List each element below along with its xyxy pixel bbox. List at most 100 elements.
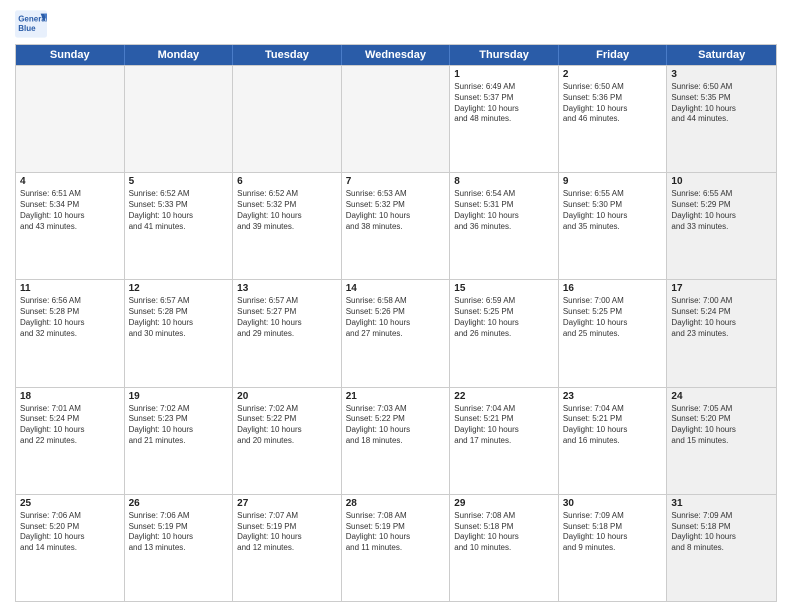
day-info: Sunrise: 6:58 AM Sunset: 5:26 PM Dayligh… — [346, 296, 446, 339]
calendar-row-3: 11 Sunrise: 6:56 AM Sunset: 5:28 PM Dayli… — [16, 279, 776, 386]
calendar-day-3: 3 Sunrise: 6:50 AM Sunset: 5:35 PM Daylig… — [667, 66, 776, 172]
day-info: Sunrise: 6:53 AM Sunset: 5:32 PM Dayligh… — [346, 189, 446, 232]
day-info: Sunrise: 6:50 AM Sunset: 5:35 PM Dayligh… — [671, 82, 772, 125]
weekday-header-saturday: Saturday — [667, 45, 776, 65]
day-info: Sunrise: 7:07 AM Sunset: 5:19 PM Dayligh… — [237, 511, 337, 554]
day-info: Sunrise: 6:52 AM Sunset: 5:32 PM Dayligh… — [237, 189, 337, 232]
day-number: 18 — [20, 391, 120, 402]
calendar-empty-cell — [233, 66, 342, 172]
day-number: 28 — [346, 498, 446, 509]
day-info: Sunrise: 6:55 AM Sunset: 5:29 PM Dayligh… — [671, 189, 772, 232]
calendar-day-9: 9Sunrise: 6:55 AM Sunset: 5:30 PM Daylig… — [559, 173, 668, 279]
calendar-day-30: 30Sunrise: 7:09 AM Sunset: 5:18 PM Dayli… — [559, 495, 668, 601]
calendar-day-13: 13Sunrise: 6:57 AM Sunset: 5:27 PM Dayli… — [233, 280, 342, 386]
weekday-header-wednesday: Wednesday — [342, 45, 451, 65]
calendar-day-10: 10 Sunrise: 6:55 AM Sunset: 5:29 PM Dayli… — [667, 173, 776, 279]
calendar-day-20: 20 Sunrise: 7:02 AM Sunset: 5:22 PM Dayli… — [233, 388, 342, 494]
day-number: 6 — [237, 176, 337, 187]
calendar-day-16: 16 Sunrise: 7:00 AM Sunset: 5:25 PM Dayli… — [559, 280, 668, 386]
day-number: 21 — [346, 391, 446, 402]
day-number: 15 — [454, 283, 554, 294]
day-info: Sunrise: 7:09 AM Sunset: 5:18 PM Dayligh… — [671, 511, 772, 554]
day-info: Sunrise: 6:59 AM Sunset: 5:25 PM Dayligh… — [454, 296, 554, 339]
calendar: SundayMondayTuesdayWednesdayThursdayFrid… — [15, 44, 777, 602]
calendar-day-1: 1Sunrise: 6:49 AM Sunset: 5:37 PM Daylig… — [450, 66, 559, 172]
calendar-day-24: 24Sunrise: 7:05 AM Sunset: 5:20 PM Dayli… — [667, 388, 776, 494]
day-info: Sunrise: 7:00 AM Sunset: 5:24 PM Dayligh… — [671, 296, 772, 339]
day-info: Sunrise: 6:50 AM Sunset: 5:36 PM Dayligh… — [563, 82, 663, 125]
header: General Blue — [15, 10, 777, 38]
day-number: 7 — [346, 176, 446, 187]
day-info: Sunrise: 7:06 AM Sunset: 5:19 PM Dayligh… — [129, 511, 229, 554]
calendar-row-5: 25 Sunrise: 7:06 AM Sunset: 5:20 PM Dayli… — [16, 494, 776, 601]
page: General Blue SundayMondayTuesdayWednesda… — [0, 0, 792, 612]
calendar-day-23: 23Sunrise: 7:04 AM Sunset: 5:21 PM Dayli… — [559, 388, 668, 494]
day-number: 27 — [237, 498, 337, 509]
day-number: 25 — [20, 498, 120, 509]
day-number: 20 — [237, 391, 337, 402]
day-number: 13 — [237, 283, 337, 294]
day-number: 10 — [671, 176, 772, 187]
day-number: 3 — [671, 69, 772, 80]
day-number: 22 — [454, 391, 554, 402]
calendar-day-18: 18 Sunrise: 7:01 AM Sunset: 5:24 PM Dayli… — [16, 388, 125, 494]
calendar-day-8: 8Sunrise: 6:54 AM Sunset: 5:31 PM Daylig… — [450, 173, 559, 279]
calendar-day-21: 21 Sunrise: 7:03 AM Sunset: 5:22 PM Dayli… — [342, 388, 451, 494]
calendar-row-1: 1Sunrise: 6:49 AM Sunset: 5:37 PM Daylig… — [16, 65, 776, 172]
weekday-header-friday: Friday — [559, 45, 668, 65]
day-number: 11 — [20, 283, 120, 294]
day-info: Sunrise: 7:01 AM Sunset: 5:24 PM Dayligh… — [20, 404, 120, 447]
day-number: 4 — [20, 176, 120, 187]
day-info: Sunrise: 7:08 AM Sunset: 5:19 PM Dayligh… — [346, 511, 446, 554]
logo: General Blue — [15, 10, 47, 38]
day-info: Sunrise: 6:49 AM Sunset: 5:37 PM Dayligh… — [454, 82, 554, 125]
calendar-empty-cell — [125, 66, 234, 172]
calendar-empty-cell — [342, 66, 451, 172]
calendar-day-22: 22 Sunrise: 7:04 AM Sunset: 5:21 PM Dayli… — [450, 388, 559, 494]
calendar-day-26: 26 Sunrise: 7:06 AM Sunset: 5:19 PM Dayli… — [125, 495, 234, 601]
weekday-header-sunday: Sunday — [16, 45, 125, 65]
day-number: 31 — [671, 498, 772, 509]
weekday-header-monday: Monday — [125, 45, 234, 65]
calendar-body: 1Sunrise: 6:49 AM Sunset: 5:37 PM Daylig… — [16, 65, 776, 601]
day-info: Sunrise: 7:02 AM Sunset: 5:23 PM Dayligh… — [129, 404, 229, 447]
day-info: Sunrise: 6:55 AM Sunset: 5:30 PM Dayligh… — [563, 189, 663, 232]
day-number: 26 — [129, 498, 229, 509]
day-number: 14 — [346, 283, 446, 294]
svg-text:Blue: Blue — [18, 24, 36, 33]
day-number: 23 — [563, 391, 663, 402]
day-number: 16 — [563, 283, 663, 294]
calendar-day-29: 29 Sunrise: 7:08 AM Sunset: 5:18 PM Dayli… — [450, 495, 559, 601]
day-info: Sunrise: 6:52 AM Sunset: 5:33 PM Dayligh… — [129, 189, 229, 232]
day-info: Sunrise: 6:57 AM Sunset: 5:28 PM Dayligh… — [129, 296, 229, 339]
calendar-day-6: 6 Sunrise: 6:52 AM Sunset: 5:32 PM Daylig… — [233, 173, 342, 279]
calendar-day-11: 11 Sunrise: 6:56 AM Sunset: 5:28 PM Dayli… — [16, 280, 125, 386]
day-info: Sunrise: 7:09 AM Sunset: 5:18 PM Dayligh… — [563, 511, 663, 554]
day-info: Sunrise: 7:06 AM Sunset: 5:20 PM Dayligh… — [20, 511, 120, 554]
day-info: Sunrise: 6:54 AM Sunset: 5:31 PM Dayligh… — [454, 189, 554, 232]
logo-icon: General Blue — [15, 10, 47, 38]
day-number: 5 — [129, 176, 229, 187]
day-info: Sunrise: 7:00 AM Sunset: 5:25 PM Dayligh… — [563, 296, 663, 339]
calendar-day-19: 19 Sunrise: 7:02 AM Sunset: 5:23 PM Dayli… — [125, 388, 234, 494]
calendar-day-17: 17 Sunrise: 7:00 AM Sunset: 5:24 PM Dayli… — [667, 280, 776, 386]
calendar-day-5: 5 Sunrise: 6:52 AM Sunset: 5:33 PM Daylig… — [125, 173, 234, 279]
day-info: Sunrise: 7:04 AM Sunset: 5:21 PM Dayligh… — [454, 404, 554, 447]
calendar-row-2: 4Sunrise: 6:51 AM Sunset: 5:34 PM Daylig… — [16, 172, 776, 279]
calendar-empty-cell — [16, 66, 125, 172]
day-number: 17 — [671, 283, 772, 294]
day-info: Sunrise: 7:05 AM Sunset: 5:20 PM Dayligh… — [671, 404, 772, 447]
day-number: 19 — [129, 391, 229, 402]
calendar-day-12: 12Sunrise: 6:57 AM Sunset: 5:28 PM Dayli… — [125, 280, 234, 386]
calendar-day-2: 2Sunrise: 6:50 AM Sunset: 5:36 PM Daylig… — [559, 66, 668, 172]
day-info: Sunrise: 7:02 AM Sunset: 5:22 PM Dayligh… — [237, 404, 337, 447]
calendar-day-27: 27 Sunrise: 7:07 AM Sunset: 5:19 PM Dayli… — [233, 495, 342, 601]
calendar-header-row: SundayMondayTuesdayWednesdayThursdayFrid… — [16, 45, 776, 65]
day-number: 29 — [454, 498, 554, 509]
calendar-day-28: 28 Sunrise: 7:08 AM Sunset: 5:19 PM Dayli… — [342, 495, 451, 601]
day-info: Sunrise: 7:03 AM Sunset: 5:22 PM Dayligh… — [346, 404, 446, 447]
weekday-header-tuesday: Tuesday — [233, 45, 342, 65]
day-info: Sunrise: 7:08 AM Sunset: 5:18 PM Dayligh… — [454, 511, 554, 554]
day-info: Sunrise: 6:56 AM Sunset: 5:28 PM Dayligh… — [20, 296, 120, 339]
calendar-day-7: 7 Sunrise: 6:53 AM Sunset: 5:32 PM Daylig… — [342, 173, 451, 279]
